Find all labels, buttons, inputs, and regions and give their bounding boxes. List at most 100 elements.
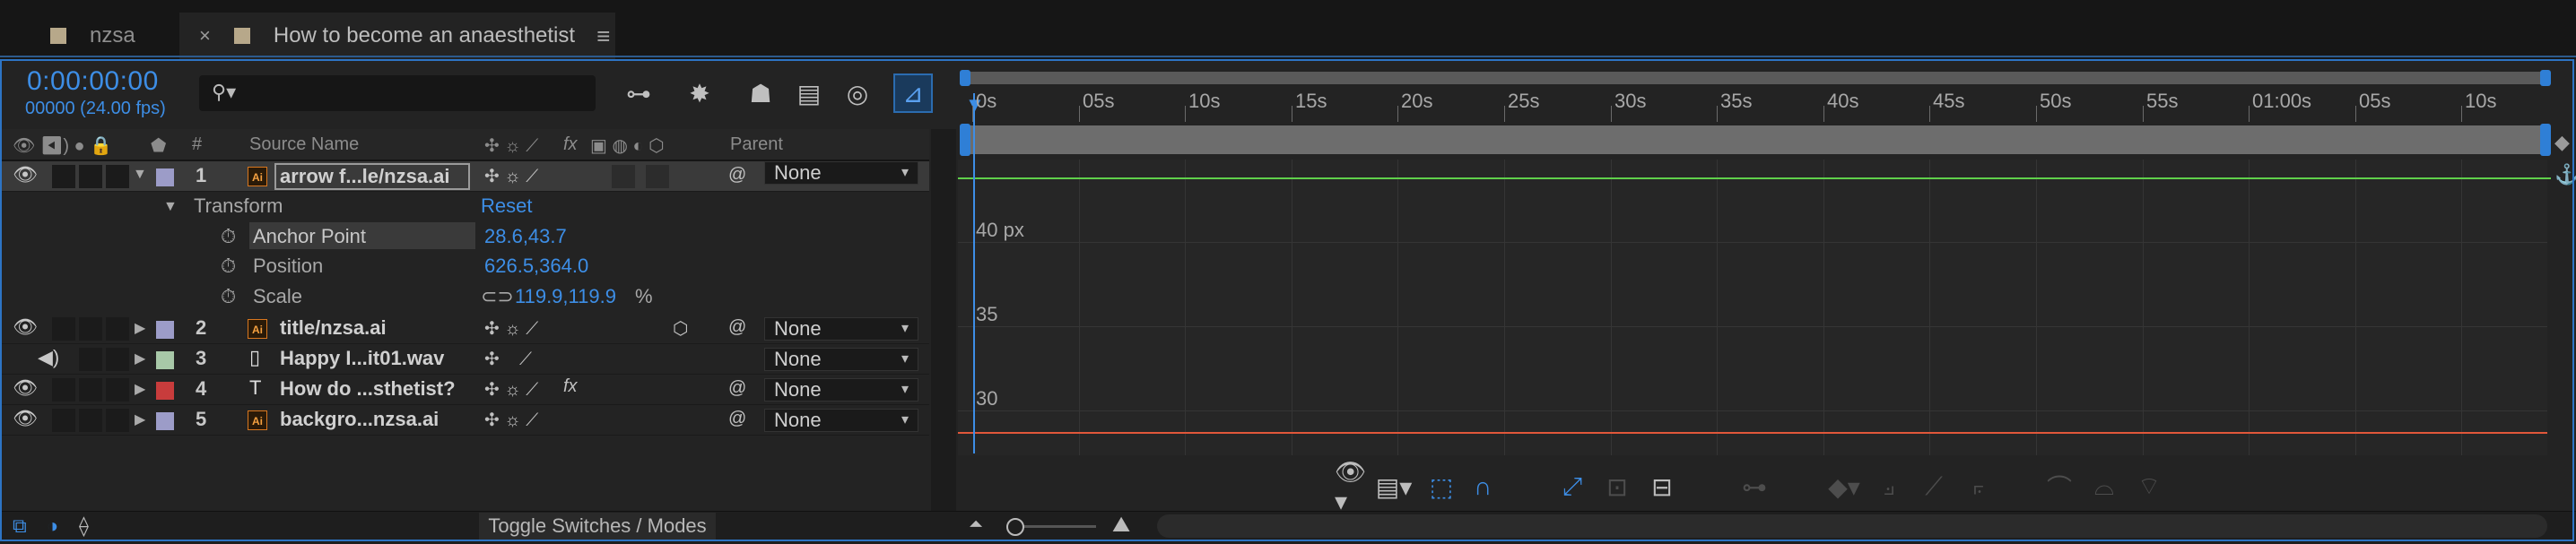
shy-layers-icon[interactable]: ☗: [741, 73, 780, 113]
parent-dropdown[interactable]: None ▾: [764, 378, 918, 402]
scale-label[interactable]: Scale: [253, 285, 302, 308]
lock-toggle[interactable]: [106, 378, 129, 402]
work-area-bar[interactable]: [962, 125, 2549, 154]
reset-link[interactable]: Reset: [481, 194, 532, 218]
auto-bezier-icon[interactable]: ⟔: [1961, 471, 1997, 502]
composition-mini-flowchart-icon[interactable]: ⊶: [619, 73, 658, 113]
solo-toggle[interactable]: [79, 409, 102, 432]
layer-number-header[interactable]: #: [192, 134, 202, 155]
layer-switches[interactable]: ✣ ☼ ⟋: [484, 165, 538, 187]
pick-whip-icon[interactable]: @: [728, 165, 746, 186]
layer-switches[interactable]: ✣ ☼ ⟋: [484, 378, 538, 401]
source-name-header[interactable]: Source Name: [249, 134, 359, 155]
collapse-triangle-icon[interactable]: ▼: [163, 199, 178, 215]
pick-whip-icon[interactable]: @: [728, 378, 746, 399]
parent-dropdown[interactable]: None ▾: [764, 317, 918, 341]
fit-selection-icon[interactable]: ⊡: [1602, 471, 1632, 502]
audio-toggle[interactable]: [52, 378, 75, 402]
audio-toggle[interactable]: [52, 165, 75, 188]
comp-marker-bin-icon[interactable]: ◆: [2554, 131, 2570, 154]
layer-switches[interactable]: ✣ ☼ ⟋: [484, 317, 538, 340]
layer-name[interactable]: How do ...sthetist?: [280, 377, 456, 401]
layer-switches-pane-icon[interactable]: ⧉: [13, 514, 27, 538]
stopwatch-icon[interactable]: ⏱: [221, 225, 236, 248]
speaker-icon[interactable]: ◀): [38, 346, 59, 369]
parent-dropdown[interactable]: None ▾: [764, 161, 918, 185]
fit-all-icon[interactable]: ⊟: [1647, 471, 1677, 502]
zoom-in-icon[interactable]: ⛰: [1112, 513, 1130, 538]
snap-magnet-icon[interactable]: ∩: [1467, 471, 1498, 502]
position-label[interactable]: Position: [253, 255, 323, 278]
solo-toggle[interactable]: [79, 348, 102, 371]
scale-value[interactable]: 119.9,119.9: [515, 285, 616, 308]
eye-icon[interactable]: 👁: [13, 163, 38, 186]
lock-toggle[interactable]: [106, 317, 129, 341]
easy-ease-icon[interactable]: ⌒: [2041, 471, 2077, 502]
easy-ease-in-icon[interactable]: ⌓: [2086, 471, 2122, 502]
graph-options-icon[interactable]: ▤▾: [1376, 471, 1413, 502]
work-area-start-handle[interactable]: [960, 124, 970, 156]
collapse-triangle-icon[interactable]: ▼: [133, 167, 147, 183]
fx-switch[interactable]: fx: [563, 376, 578, 397]
graph-editor-button[interactable]: ⊿: [893, 73, 933, 113]
motion-blur-icon[interactable]: ◎: [838, 73, 877, 113]
lock-toggle[interactable]: [106, 348, 129, 371]
expand-triangle-icon[interactable]: ▶: [135, 380, 145, 398]
time-navigator-bar[interactable]: [962, 72, 2547, 84]
label-tag-icon[interactable]: ⬟: [151, 134, 166, 157]
horizontal-scrollbar[interactable]: [1157, 514, 2547, 538]
parent-header[interactable]: Parent: [730, 134, 783, 155]
eye-toggle[interactable]: [13, 348, 36, 371]
eye-icon[interactable]: 👁: [13, 407, 38, 430]
switch-cell[interactable]: [612, 165, 635, 188]
audio-toggle[interactable]: [52, 317, 75, 341]
draft-3d-icon[interactable]: ✸: [680, 73, 719, 113]
solo-toggle[interactable]: [79, 165, 102, 188]
layer-row-2[interactable]: 👁 ▶ 2 Ai title/nzsa.ai ✣ ☼ ⟋ ⬡ @ None ▾: [0, 314, 929, 344]
navigator-start-handle[interactable]: [960, 70, 970, 86]
layer-switches[interactable]: ✣ ⟋: [484, 348, 532, 370]
graph-speed-curve[interactable]: [958, 432, 2547, 434]
anchor-point-label[interactable]: Anchor Point: [253, 225, 366, 248]
lock-toggle[interactable]: [106, 165, 129, 188]
switch-cell[interactable]: [646, 165, 669, 188]
expand-triangle-icon[interactable]: ▶: [135, 410, 145, 428]
eye-icon[interactable]: 👁: [13, 315, 38, 339]
toggle-switches-modes-button[interactable]: Toggle Switches / Modes: [479, 513, 716, 540]
comp-button-icon[interactable]: ⚓: [2554, 163, 2576, 186]
linear-keyframe-icon[interactable]: ⟋: [1916, 471, 1952, 502]
layer-name[interactable]: title/nzsa.ai: [280, 316, 387, 340]
separate-dimensions-icon[interactable]: ⊶: [1736, 471, 1772, 502]
easy-ease-out-icon[interactable]: ⌔: [2131, 471, 2167, 502]
pick-whip-icon[interactable]: @: [728, 409, 746, 429]
position-value[interactable]: 626.5,364.0: [484, 255, 588, 278]
layer-name[interactable]: arrow f...le/nzsa.ai: [280, 165, 450, 188]
label-color-swatch[interactable]: [156, 382, 174, 400]
expand-triangle-icon[interactable]: ▶: [135, 350, 145, 367]
layer-name[interactable]: Happy I...it01.wav: [280, 347, 444, 370]
anchor-point-value[interactable]: 28.6,43.7: [484, 225, 567, 248]
graph-value-curve[interactable]: [958, 177, 2551, 179]
tab-how-to-become-an-anaesthetist[interactable]: × How to become an anaesthetist ≡: [179, 13, 615, 59]
constrain-proportions-link-icon[interactable]: ⊂⊃: [481, 285, 514, 308]
audio-toggle[interactable]: [52, 409, 75, 432]
layer-row-3[interactable]: ◀) ▶ 3 ▯ Happy I...it01.wav ✣ ⟋ None ▾: [0, 344, 929, 375]
auto-zoom-height-icon[interactable]: ⤢: [1557, 471, 1588, 502]
label-color-swatch[interactable]: [156, 412, 174, 430]
label-color-swatch[interactable]: [156, 321, 174, 339]
panel-divider[interactable]: [931, 129, 956, 511]
parent-dropdown[interactable]: None ▾: [764, 348, 918, 371]
solo-toggle[interactable]: [79, 378, 102, 402]
layer-row-4[interactable]: 👁 ▶ 4 T How do ...sthetist? ✣ ☼ ⟋ fx @ N…: [0, 375, 929, 405]
work-area-end-handle[interactable]: [2540, 124, 2551, 156]
graph-editor-area[interactable]: [958, 160, 2547, 455]
parent-dropdown[interactable]: None ▾: [764, 409, 918, 432]
close-icon[interactable]: ×: [199, 24, 211, 47]
stopwatch-icon[interactable]: ⏱: [221, 255, 236, 278]
layer-row-5[interactable]: 👁 ▶ 5 Ai backgro...nzsa.ai ✣ ☼ ⟋ @ None ▾: [0, 405, 929, 436]
zoom-out-icon[interactable]: ⏶: [969, 514, 983, 535]
hold-keyframe-icon[interactable]: ⟓: [1871, 471, 1907, 502]
in-out-pane-icon[interactable]: ⟠: [79, 514, 89, 538]
layer-search-input[interactable]: ⚲▾: [199, 75, 596, 111]
label-color-swatch[interactable]: [156, 351, 174, 369]
